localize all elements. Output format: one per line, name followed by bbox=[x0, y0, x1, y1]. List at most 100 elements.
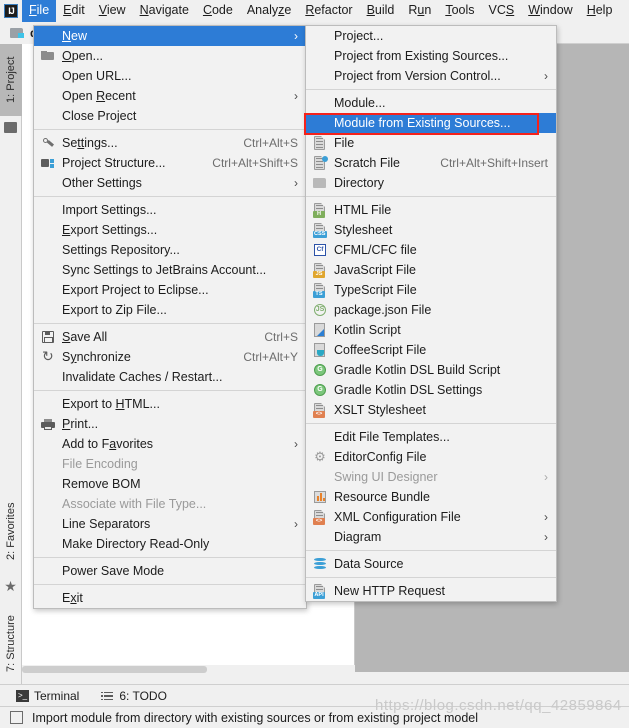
menubar-item-analyze[interactable]: Analyze bbox=[240, 0, 298, 22]
file-menu-item-export-settings[interactable]: Export Settings... bbox=[34, 220, 306, 240]
new-submenu-item-edit-file-templates[interactable]: Edit File Templates... bbox=[306, 427, 556, 447]
file-menu-item-remove-bom[interactable]: Remove BOM bbox=[34, 474, 306, 494]
file-menu-item-power-save-mode[interactable]: Power Save Mode bbox=[34, 561, 306, 581]
file-menu-item-export-project-to-eclipse[interactable]: Export Project to Eclipse... bbox=[34, 280, 306, 300]
file-menu-item-exit[interactable]: Exit bbox=[34, 588, 306, 608]
new-submenu-item-stylesheet[interactable]: CSS Stylesheet bbox=[306, 220, 556, 240]
project-folder-icon bbox=[10, 26, 25, 39]
file-menu-popup[interactable]: New › Open... Open URL... Open Recent › Close … bbox=[33, 25, 307, 609]
new-submenu-item-file[interactable]: File bbox=[306, 133, 556, 153]
menubar-item-code[interactable]: Code bbox=[196, 0, 240, 22]
new-submenu-item-module-from-existing-sources[interactable]: Module from Existing Sources... bbox=[306, 113, 556, 133]
menubar-item-label: Edit bbox=[63, 3, 85, 17]
file-menu-item-export-to-html[interactable]: Export to HTML... bbox=[34, 394, 306, 414]
sidebar-item-structure[interactable]: 7: Structure bbox=[0, 600, 22, 688]
file-menu-item-invalidate-caches-restart[interactable]: Invalidate Caches / Restart... bbox=[34, 367, 306, 387]
wrench-icon bbox=[40, 135, 56, 151]
new-submenu-item-diagram[interactable]: Diagram › bbox=[306, 527, 556, 547]
new-submenu-item-typescript-file[interactable]: TS TypeScript File bbox=[306, 280, 556, 300]
file-menu-item-other-settings[interactable]: Other Settings › bbox=[34, 173, 306, 193]
menubar-item-navigate[interactable]: Navigate bbox=[133, 0, 196, 22]
new-submenu-item-label: JavaScript File bbox=[334, 263, 416, 277]
new-submenu-separator bbox=[306, 577, 556, 578]
new-submenu-item-gradle-kotlin-dsl-settings[interactable]: G Gradle Kotlin DSL Settings bbox=[306, 380, 556, 400]
new-submenu-item-swing-ui-designer: Swing UI Designer › bbox=[306, 467, 556, 487]
new-submenu-item-directory[interactable]: Directory bbox=[306, 173, 556, 193]
cfml-file-icon: Cf bbox=[312, 242, 328, 258]
file-menu-item-settings[interactable]: Settings... Ctrl+Alt+S bbox=[34, 133, 306, 153]
bottom-item-todo[interactable]: 6: TODO bbox=[101, 689, 167, 703]
menubar-item-label: VCS bbox=[488, 3, 515, 17]
file-menu-item-print[interactable]: Print... bbox=[34, 414, 306, 434]
new-submenu-popup[interactable]: Project... Project from Existing Sources.… bbox=[305, 25, 557, 602]
menubar-item-label: File bbox=[29, 3, 50, 17]
file-menu-item-label: Sync Settings to JetBrains Account... bbox=[62, 263, 267, 277]
file-menu-item-new[interactable]: New › bbox=[34, 26, 306, 46]
file-menu-item-open-url[interactable]: Open URL... bbox=[34, 66, 306, 86]
scrollbar-thumb[interactable] bbox=[22, 666, 207, 673]
new-submenu-item-xslt-stylesheet[interactable]: <> XSLT Stylesheet bbox=[306, 400, 556, 420]
new-submenu-item-project[interactable]: Project... bbox=[306, 26, 556, 46]
new-submenu-item-kotlin-script[interactable]: Kotlin Script bbox=[306, 320, 556, 340]
menubar-item-refactor[interactable]: Refactor bbox=[298, 0, 359, 22]
new-submenu-item-html-file[interactable]: H HTML File bbox=[306, 200, 556, 220]
new-submenu-item-module[interactable]: Module... bbox=[306, 93, 556, 113]
menubar-item-window[interactable]: Window bbox=[521, 0, 579, 22]
file-menu-item-synchronize[interactable]: ↻ Synchronize Ctrl+Alt+Y bbox=[34, 347, 306, 367]
new-submenu-item-cfml-cfc-file[interactable]: Cf CFML/CFC file bbox=[306, 240, 556, 260]
new-submenu-item-scratch-file[interactable]: Scratch File Ctrl+Alt+Shift+Insert bbox=[306, 153, 556, 173]
database-icon bbox=[312, 556, 328, 572]
new-submenu-item-new-http-request[interactable]: API New HTTP Request bbox=[306, 581, 556, 601]
file-menu-item-export-to-zip-file[interactable]: Export to Zip File... bbox=[34, 300, 306, 320]
menubar-item-tools[interactable]: Tools bbox=[438, 0, 481, 22]
file-menu-item-import-settings[interactable]: Import Settings... bbox=[34, 200, 306, 220]
new-submenu-item-label: New HTTP Request bbox=[334, 584, 445, 598]
gear-icon: ⚙ bbox=[314, 449, 326, 464]
new-submenu-item-project-from-existing-sources[interactable]: Project from Existing Sources... bbox=[306, 46, 556, 66]
file-menu-item-settings-repository[interactable]: Settings Repository... bbox=[34, 240, 306, 260]
new-submenu-item-label: Project... bbox=[334, 29, 384, 43]
file-menu-item-project-structure[interactable]: Project Structure... Ctrl+Alt+Shift+S bbox=[34, 153, 306, 173]
bottom-item-terminal[interactable]: >_ Terminal bbox=[16, 689, 79, 703]
project-folder-icon-strip bbox=[4, 122, 17, 133]
new-submenu-item-coffeescript-file[interactable]: CoffeeScript File bbox=[306, 340, 556, 360]
file-menu-item-close-project[interactable]: Close Project bbox=[34, 106, 306, 126]
file-menu-item-label: Export Project to Eclipse... bbox=[62, 283, 209, 297]
sidebar-item-favorites[interactable]: 2: Favorites bbox=[0, 486, 22, 576]
new-submenu-item-package-json-file[interactable]: JS package.json File bbox=[306, 300, 556, 320]
new-submenu-item-data-source[interactable]: Data Source bbox=[306, 554, 556, 574]
file-menu-item-open-recent[interactable]: Open Recent › bbox=[34, 86, 306, 106]
file-menu-item-make-directory-read-only[interactable]: Make Directory Read-Only bbox=[34, 534, 306, 554]
new-submenu-item-resource-bundle[interactable]: Resource Bundle bbox=[306, 487, 556, 507]
new-submenu-item-xml-configuration-file[interactable]: <> XML Configuration File › bbox=[306, 507, 556, 527]
new-submenu-item-label: Gradle Kotlin DSL Build Script bbox=[334, 363, 501, 377]
new-submenu-item-editorconfig-file[interactable]: ⚙ EditorConfig File bbox=[306, 447, 556, 467]
menubar-item-view[interactable]: View bbox=[92, 0, 133, 22]
file-menu-item-sync-settings-to-jetbrains-account[interactable]: Sync Settings to JetBrains Account... bbox=[34, 260, 306, 280]
new-submenu-item-project-from-version-control[interactable]: Project from Version Control... › bbox=[306, 66, 556, 86]
menubar-item-build[interactable]: Build bbox=[360, 0, 402, 22]
new-submenu-item-gradle-kotlin-dsl-build-script[interactable]: G Gradle Kotlin DSL Build Script bbox=[306, 360, 556, 380]
sidebar-item-project[interactable]: 1: Project bbox=[0, 44, 22, 116]
chevron-right-icon: › bbox=[544, 470, 548, 484]
main-menu-bar: IJ File Edit View Navigate Code Analyze Refact… bbox=[0, 0, 629, 22]
new-submenu-item-javascript-file[interactable]: JS JavaScript File bbox=[306, 260, 556, 280]
new-submenu-item-label: Gradle Kotlin DSL Settings bbox=[334, 383, 483, 397]
menubar-item-help[interactable]: Help bbox=[580, 0, 620, 22]
app-logo-icon: IJ bbox=[0, 0, 22, 22]
menubar-item-run[interactable]: Run bbox=[401, 0, 438, 22]
file-menu-item-line-separators[interactable]: Line Separators › bbox=[34, 514, 306, 534]
sidebar-item-favorites-label: 2: Favorites bbox=[5, 502, 17, 560]
file-menu-item-open[interactable]: Open... bbox=[34, 46, 306, 66]
file-menu-item-add-to-favorites[interactable]: Add to Favorites › bbox=[34, 434, 306, 454]
menubar-item-label: Code bbox=[202, 3, 233, 17]
menubar-item-file[interactable]: File bbox=[22, 0, 57, 22]
file-menu-item-label: Other Settings bbox=[62, 176, 142, 190]
new-submenu-item-shortcut: Ctrl+Alt+Shift+Insert bbox=[440, 156, 548, 170]
menubar-item-vcs[interactable]: VCS bbox=[482, 0, 522, 22]
file-menu-item-associate-with-file-type: Associate with File Type... bbox=[34, 494, 306, 514]
project-horizontal-scrollbar[interactable] bbox=[22, 665, 355, 673]
menubar-item-edit[interactable]: Edit bbox=[56, 0, 92, 22]
file-menu-item-save-all[interactable]: Save All Ctrl+S bbox=[34, 327, 306, 347]
terminal-icon: >_ bbox=[16, 689, 29, 702]
